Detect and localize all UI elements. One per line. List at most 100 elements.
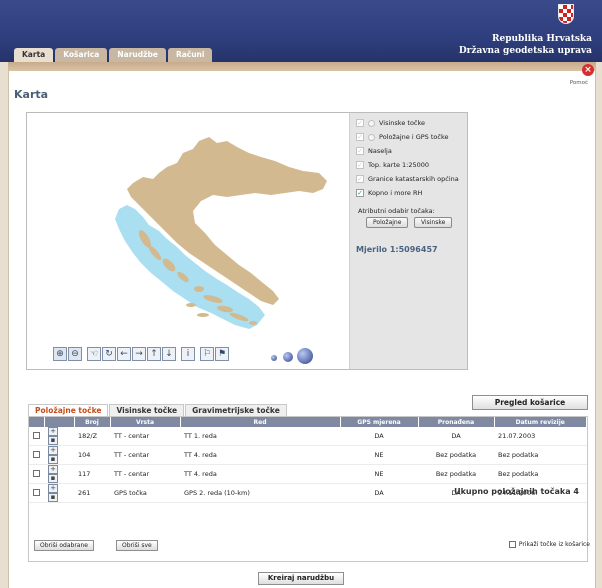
arrow-right-icon[interactable]: → [132,347,146,361]
row-checkbox[interactable] [33,469,40,477]
table-row[interactable]: +▪ 104 TT - centar TT 4. reda NE Bez pod… [29,445,587,465]
arrow-up-icon[interactable]: ↑ [147,347,161,361]
map-location-icon[interactable]: + [48,465,58,474]
remove-selected-button[interactable]: Obriši odabrane [34,540,94,551]
add-to-cart-icon[interactable]: ▪ [48,474,58,483]
cell-pronadena: Bez podatka [418,445,494,465]
tab-karta[interactable]: Karta [14,48,54,62]
column-header: Vrsta [110,417,181,427]
map-location-icon[interactable]: + [48,446,58,455]
row-checkbox[interactable] [33,488,40,496]
show-cart-points-label: Prikaži točke iz košarice [518,541,590,548]
create-order-button[interactable]: Kreiraj narudžbu [258,572,344,585]
tab-narudzbe[interactable]: Narudžbe [109,48,166,62]
point-type-tabs: Položajne točke Visinske točke Gravimetr… [28,404,288,416]
column-header: Pronađena [418,417,495,427]
layer-label: Kopno i more RH [368,189,423,197]
cell-broj: 117 [74,464,110,484]
layer-polozajne[interactable]: ✓ Položajne i GPS točke [356,133,449,141]
scale-medium-icon[interactable] [283,352,293,362]
polozajne-button[interactable]: Položajne [366,217,409,228]
table-row[interactable]: +▪ 182/Z TT - centar TT 1. reda DA DA 21… [29,427,587,446]
show-cart-points-checkbox[interactable] [508,541,516,548]
app-header: Republika Hrvatska Državna geodetska upr… [0,0,602,62]
zoom-out-icon[interactable]: ⊖ [68,347,82,361]
cell-datum: Bez podatka [494,445,587,465]
layer-granice[interactable]: ✓ Granice katastarskih općina [356,175,459,183]
cell-gps: DA [340,483,418,503]
help-link[interactable]: Pomoć [570,80,588,86]
column-header: Broj [74,417,111,427]
cell-pronadena: Bez podatka [418,464,494,484]
cell-broj: 182/Z [74,427,110,446]
cell-red: TT 4. reda [180,464,340,484]
cell-broj: 104 [74,445,110,465]
layer-checkbox[interactable]: ✓ [356,161,364,169]
land-area [127,137,327,305]
column-header: Red [180,417,341,427]
tab-racuni[interactable]: Računi [167,48,213,62]
cell-red: GPS 2. reda (10-km) [180,483,340,503]
layer-kopno[interactable]: ✓ Kopno i more RH [356,189,422,197]
visinske-button[interactable]: Visinske [414,217,453,228]
tab-polozajne[interactable]: Položajne točke [28,404,109,416]
row-checkbox[interactable] [33,431,40,439]
cell-vrsta: TT - centar [110,427,180,446]
show-cart-points-toggle[interactable]: Prikaži točke iz košarice [508,541,590,548]
layer-checkbox[interactable]: ✓ [356,189,364,197]
panel-top-bar [8,62,596,71]
layer-label: Naselja [368,147,392,155]
croatia-map [115,137,327,329]
row-checkbox[interactable] [33,450,40,458]
deselect-points-icon[interactable]: ⚑ [215,347,229,361]
pan-hand-icon[interactable]: ☜ [87,347,101,361]
map-canvas[interactable] [27,113,349,343]
layer-radio[interactable] [368,119,375,127]
croatia-crest-icon [558,4,574,24]
cell-broj: 261 [74,483,110,503]
arrow-left-icon[interactable]: ← [117,347,131,361]
refresh-icon[interactable]: ↻ [102,347,116,361]
info-icon[interactable]: i [181,347,195,361]
layer-checkbox[interactable]: ✓ [356,119,364,127]
remove-all-button[interactable]: Obriši sve [116,540,158,551]
layer-checkbox[interactable]: ✓ [356,133,364,141]
cell-pronadena: DA [418,427,494,446]
layer-visinske[interactable]: ✓ Visinske točke [356,119,425,127]
tab-visinske[interactable]: Visinske točke [109,404,185,416]
zoom-in-icon[interactable]: ⊕ [53,347,67,361]
cell-datum: Bez podatka [494,464,587,484]
layer-topkarte[interactable]: ✓ Top. karte 1:25000 [356,161,429,169]
layer-naselja[interactable]: ✓ Naselja [356,147,392,155]
agency-name: Državna geodetska uprava [458,46,592,56]
cell-gps: NE [340,464,418,484]
map-toolbar: ⊕ ⊖ ☜ ↻ ← → ↑ ↓ i ⚐ ⚑ [27,343,349,371]
add-to-cart-icon[interactable]: ▪ [48,455,58,464]
layer-checkbox[interactable]: ✓ [356,175,364,183]
cell-vrsta: TT - centar [110,464,180,484]
table-row[interactable]: +▪ 117 TT - centar TT 4. reda NE Bez pod… [29,464,587,484]
cell-vrsta: GPS točka [110,483,180,503]
column-header [29,417,45,427]
scale-large-icon[interactable] [297,348,313,364]
tab-kosarica[interactable]: Košarica [55,48,108,62]
column-header: GPS mjerena [340,417,419,427]
cell-red: TT 4. reda [180,445,340,465]
layer-radio[interactable] [368,133,375,141]
map-panel: ⊕ ⊖ ☜ ↻ ← → ↑ ↓ i ⚐ ⚑ ✓ Visinske točke ✓… [26,112,468,370]
scale-label: Mjerilo 1:5096457 [356,245,438,254]
arrow-down-icon[interactable]: ↓ [162,347,176,361]
scale-small-icon[interactable] [271,355,277,361]
tab-gravimetrijske[interactable]: Gravimetrijske točke [185,404,287,416]
select-points-icon[interactable]: ⚐ [200,347,214,361]
add-to-cart-icon[interactable]: ▪ [48,493,58,502]
add-to-cart-icon[interactable]: ▪ [48,436,58,445]
map-location-icon[interactable]: + [48,484,58,493]
cell-red: TT 1. reda [180,427,340,446]
page-title: Karta [14,88,49,101]
map-location-icon[interactable]: + [48,427,58,436]
close-icon[interactable]: × [582,64,594,76]
preview-cart-button[interactable]: Pregled košarice [472,395,588,410]
layer-checkbox[interactable]: ✓ [356,147,364,155]
cell-gps: DA [340,427,418,446]
